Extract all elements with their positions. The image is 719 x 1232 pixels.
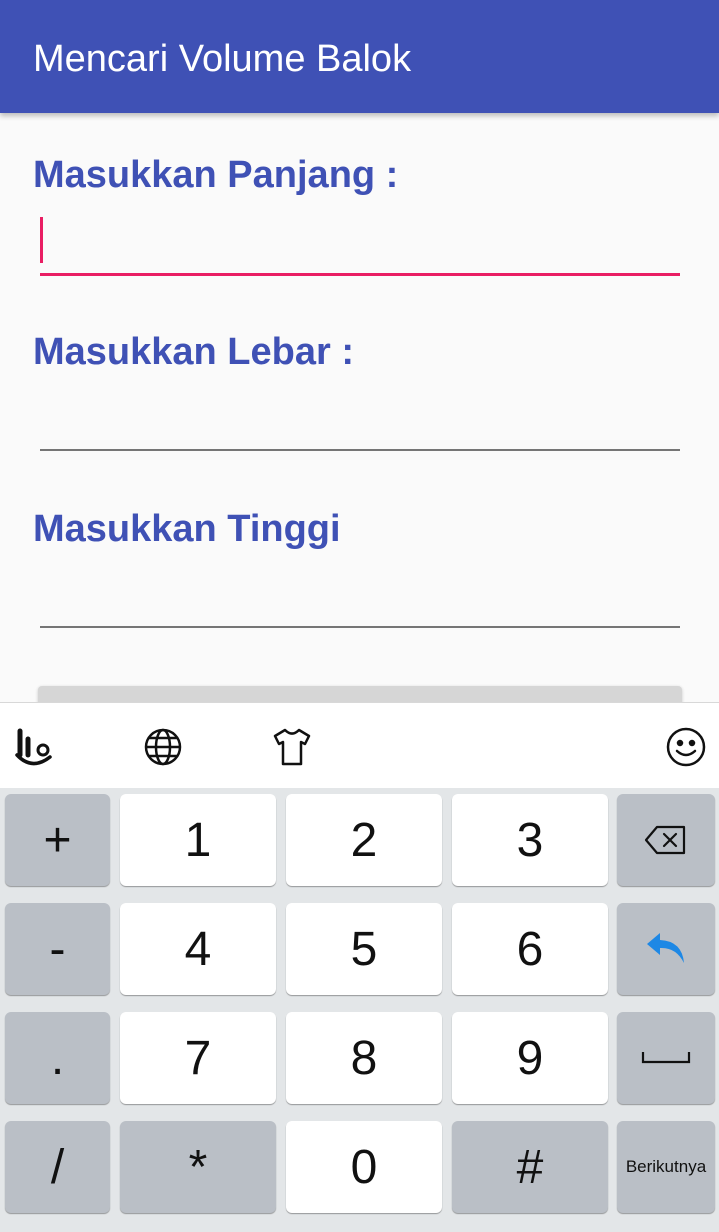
panjang-input[interactable]: [40, 213, 680, 273]
tshirt-theme-icon[interactable]: [270, 725, 314, 769]
key-dot[interactable]: .: [5, 1012, 110, 1104]
key-minus[interactable]: -: [5, 903, 110, 995]
panjang-label: Masukkan Panjang :: [33, 154, 399, 196]
key-7[interactable]: 7: [120, 1012, 276, 1104]
key-plus[interactable]: +: [5, 794, 110, 886]
app-bar: Mencari Volume Balok: [0, 0, 719, 113]
key-1[interactable]: 1: [120, 794, 276, 886]
backspace-icon: [644, 825, 686, 855]
app-title: Mencari Volume Balok: [33, 38, 412, 80]
backspace-key[interactable]: [617, 794, 715, 886]
keyboard-toolbar: [0, 702, 719, 789]
space-key[interactable]: [617, 1012, 715, 1104]
enter-arrow-icon: [647, 933, 684, 963]
space-icon: [641, 1052, 691, 1064]
numeric-keyboard: + 1 2 3 - 4 5 6 . 7 8 9 / * 0 # Berikutn…: [0, 788, 719, 1232]
key-star[interactable]: *: [120, 1121, 276, 1213]
key-slash[interactable]: /: [5, 1121, 110, 1213]
key-2[interactable]: 2: [286, 794, 442, 886]
tinggi-input[interactable]: [40, 566, 680, 626]
globe-icon[interactable]: [141, 725, 185, 769]
key-8[interactable]: 8: [286, 1012, 442, 1104]
key-9[interactable]: 9: [452, 1012, 608, 1104]
lebar-field[interactable]: [40, 389, 680, 451]
touchpal-logo-icon[interactable]: [12, 725, 56, 769]
lebar-label: Masukkan Lebar :: [33, 331, 354, 373]
lebar-input[interactable]: [40, 389, 680, 449]
tinggi-label: Masukkan Tinggi: [33, 508, 341, 550]
enter-key[interactable]: [617, 903, 715, 995]
next-key[interactable]: Berikutnya: [617, 1121, 715, 1213]
key-3[interactable]: 3: [452, 794, 608, 886]
emoji-icon[interactable]: [664, 725, 708, 769]
key-4[interactable]: 4: [120, 903, 276, 995]
key-5[interactable]: 5: [286, 903, 442, 995]
key-0[interactable]: 0: [286, 1121, 442, 1213]
next-key-label: Berikutnya: [625, 1157, 707, 1176]
key-hash[interactable]: #: [452, 1121, 608, 1213]
panjang-field[interactable]: [40, 213, 680, 276]
key-6[interactable]: 6: [452, 903, 608, 995]
tinggi-field[interactable]: [40, 566, 680, 628]
